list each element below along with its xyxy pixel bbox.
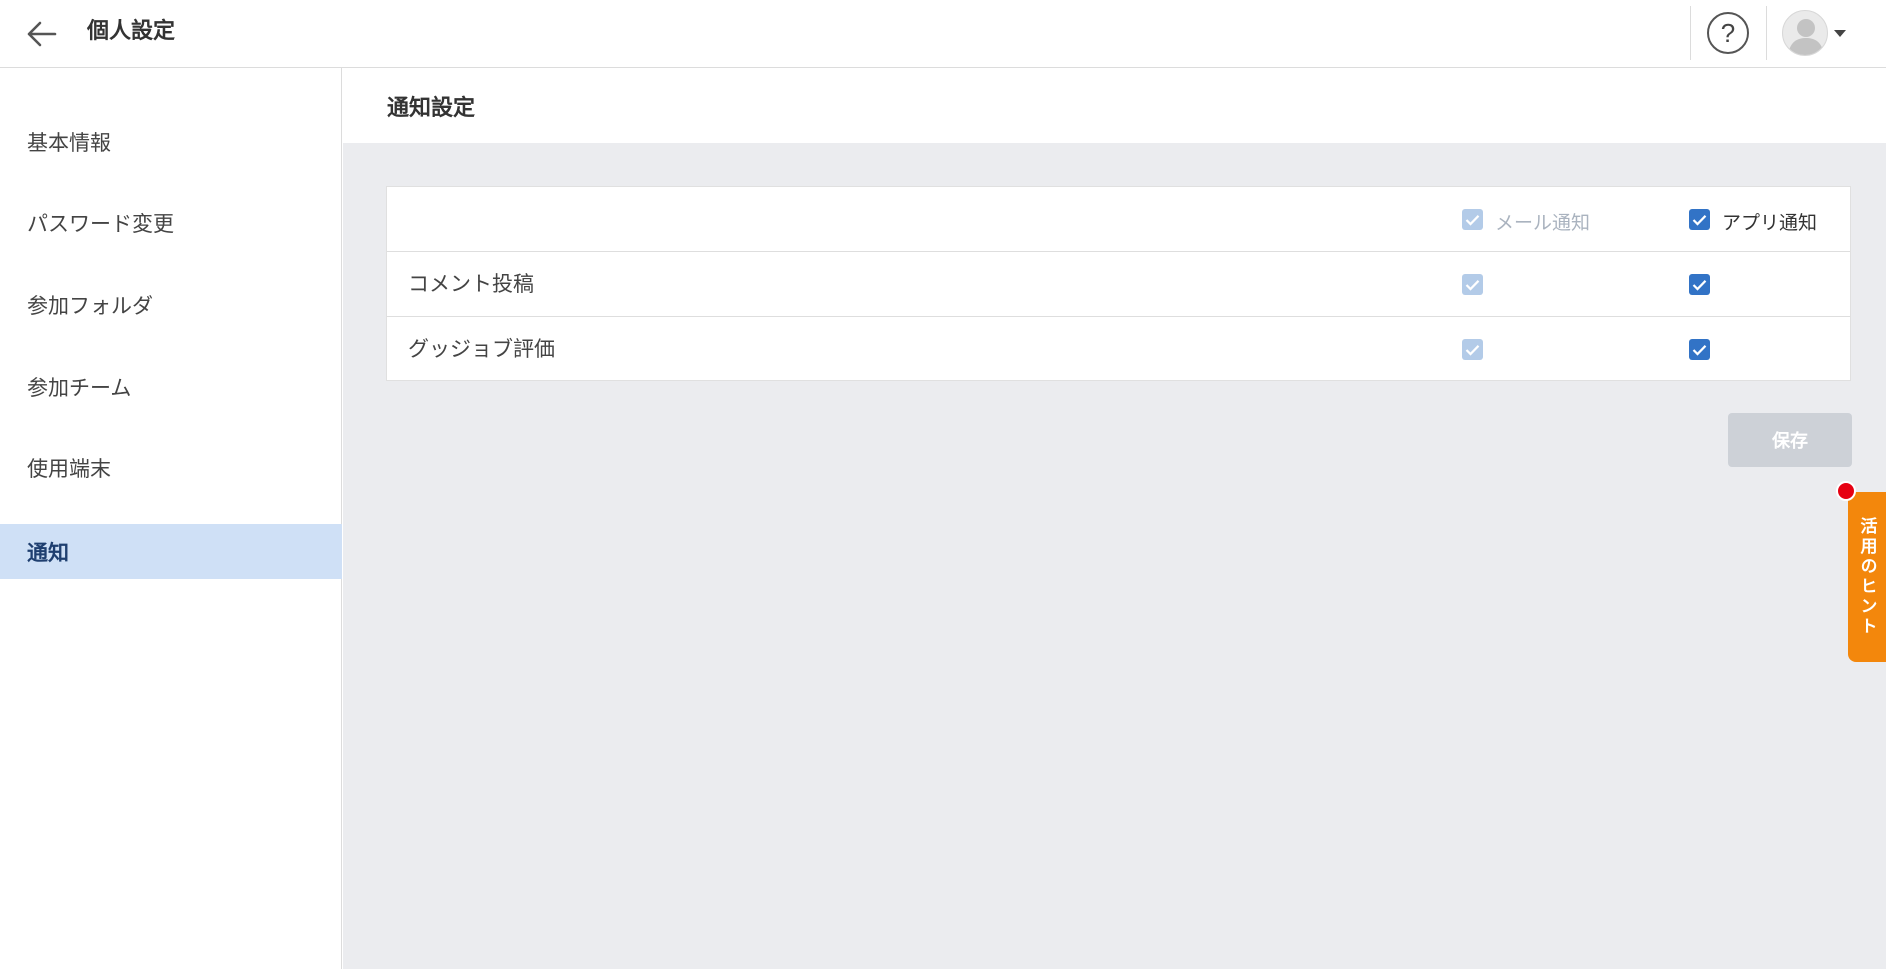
top-header: 個人設定 ? xyxy=(0,0,1886,68)
sidebar-item-notifications[interactable]: 通知 xyxy=(0,524,342,579)
sidebar-item-password-change[interactable]: パスワード変更 xyxy=(0,195,342,250)
check-icon xyxy=(1692,279,1707,291)
app-notify-all-checkbox[interactable] xyxy=(1689,209,1710,230)
section-title: 通知設定 xyxy=(387,96,476,121)
back-button[interactable] xyxy=(22,14,62,54)
check-icon xyxy=(1692,344,1707,356)
header-divider xyxy=(1766,6,1767,60)
section-header: 通知設定 xyxy=(343,68,1886,143)
check-icon xyxy=(1465,344,1480,356)
sidebar-item-label: 通知 xyxy=(27,540,69,565)
sidebar-item-joined-folders[interactable]: 参加フォルダ xyxy=(0,277,342,332)
sidebar-item-label: 使用端末 xyxy=(27,456,111,481)
table-row: グッジョブ評価 xyxy=(387,317,1850,382)
notification-dot xyxy=(1836,481,1856,501)
check-icon xyxy=(1465,214,1480,226)
goodjob-app-checkbox[interactable] xyxy=(1689,339,1710,360)
main-content: 通知設定 メール通知 アプリ通知 コメント投稿 グッジョブ評価 保存 xyxy=(343,68,1886,969)
comment-app-checkbox[interactable] xyxy=(1689,274,1710,295)
sidebar-item-label: 基本情報 xyxy=(27,130,111,155)
avatar xyxy=(1782,10,1828,56)
goodjob-mail-checkbox xyxy=(1462,339,1483,360)
hint-tab-label: 活用のヒント xyxy=(1856,517,1877,637)
sidebar-item-joined-teams[interactable]: 参加チーム xyxy=(0,359,342,414)
comment-mail-checkbox xyxy=(1462,274,1483,295)
page-title: 個人設定 xyxy=(87,19,176,44)
sidebar-item-basic-info[interactable]: 基本情報 xyxy=(0,114,342,169)
arrow-left-icon xyxy=(27,21,57,47)
sidebar-item-label: パスワード変更 xyxy=(27,211,174,236)
check-icon xyxy=(1465,279,1480,291)
save-button[interactable]: 保存 xyxy=(1728,413,1852,467)
sidebar-item-label: 参加チーム xyxy=(27,375,132,400)
mail-notify-all-checkbox xyxy=(1462,209,1483,230)
header-divider xyxy=(1690,6,1691,60)
user-silhouette-icon xyxy=(1788,19,1824,55)
row-label: コメント投稿 xyxy=(408,272,534,296)
sidebar-item-label: 参加フォルダ xyxy=(27,293,153,318)
chevron-down-icon xyxy=(1834,29,1846,37)
table-header-row: メール通知 アプリ通知 xyxy=(387,187,1850,252)
usage-hints-tab[interactable]: 活用のヒント xyxy=(1848,492,1886,662)
user-menu-button[interactable] xyxy=(1782,10,1852,56)
mail-notify-column-label: メール通知 xyxy=(1495,212,1591,234)
sidebar-item-devices[interactable]: 使用端末 xyxy=(0,440,342,495)
question-mark-icon: ? xyxy=(1720,17,1736,48)
check-icon xyxy=(1692,214,1707,226)
help-button[interactable]: ? xyxy=(1707,12,1749,54)
sidebar: 基本情報 パスワード変更 参加フォルダ 参加チーム 使用端末 通知 xyxy=(0,68,342,969)
table-row: コメント投稿 xyxy=(387,252,1850,317)
notification-settings-table: メール通知 アプリ通知 コメント投稿 グッジョブ評価 xyxy=(386,186,1851,381)
row-label: グッジョブ評価 xyxy=(408,337,555,361)
app-notify-column-label: アプリ通知 xyxy=(1722,212,1818,234)
